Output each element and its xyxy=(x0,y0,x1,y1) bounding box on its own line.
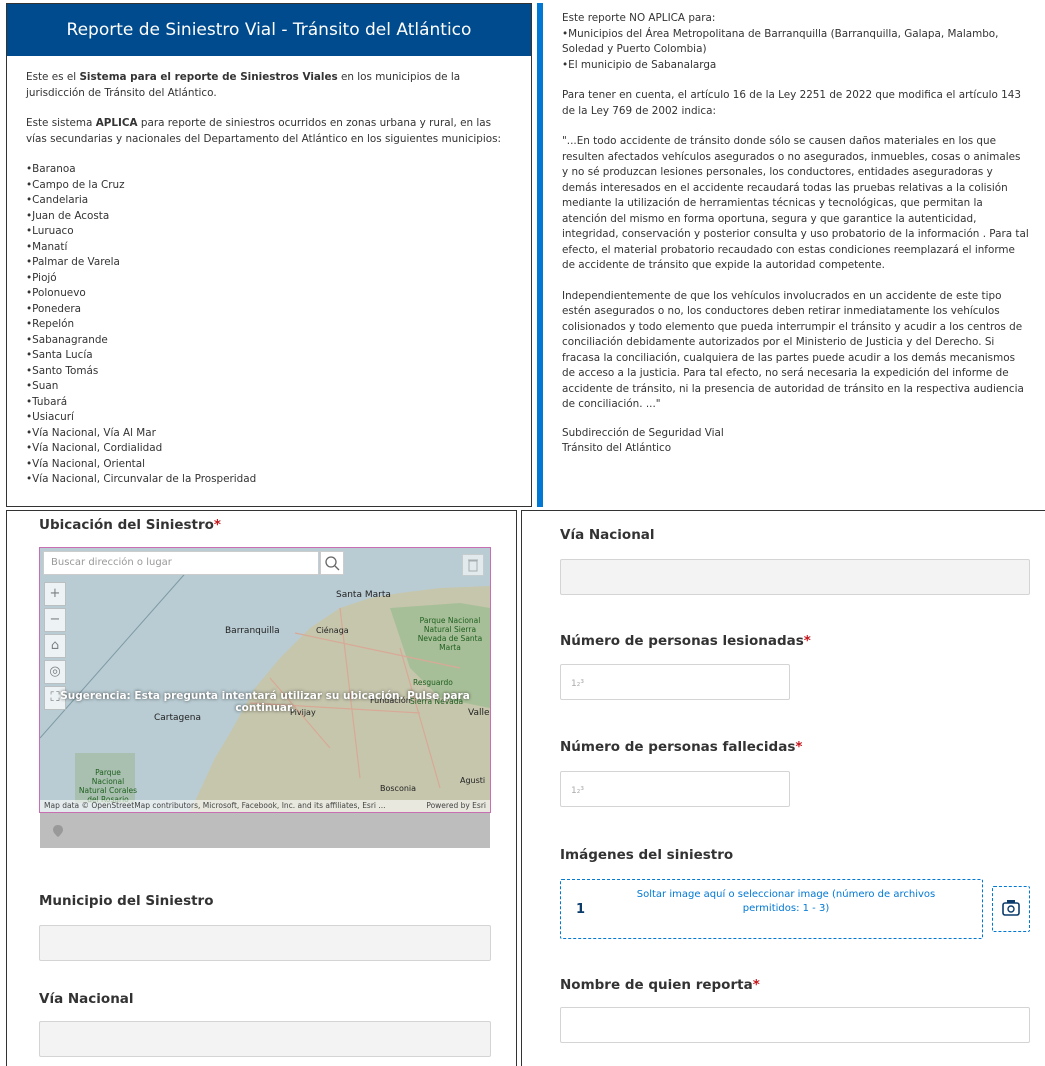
quote-paragraph-1: "...En todo accidente de tránsito donde … xyxy=(562,135,1029,271)
municipio-item: Manatí xyxy=(26,240,513,256)
home-icon: ⌂ xyxy=(50,638,60,653)
municipio-item: Candelaria xyxy=(26,193,513,209)
map-search-button[interactable] xyxy=(320,551,344,575)
municipio-item: Vía Nacional, Cordialidad xyxy=(26,441,513,457)
form-title: Reporte de Siniestro Vial - Tránsito del… xyxy=(66,20,472,40)
no-aplica-block: Este reporte NO APLICA para: •Municipios… xyxy=(562,11,1029,73)
map-label: Parque Nacional Natural Sierra Nevada de… xyxy=(417,616,483,652)
municipio-item: Piojó xyxy=(26,271,513,287)
lesionadas-label: Número de personas lesionadas* xyxy=(560,633,811,649)
map-label: Cartagena xyxy=(154,713,202,723)
municipio-item: Usiacurí xyxy=(26,410,513,426)
map-label: Ciénaga xyxy=(316,626,349,635)
via-nacional-label: Vía Nacional xyxy=(560,527,655,543)
intro-before: Este es el xyxy=(26,71,80,83)
no-aplica-title: Este reporte NO APLICA para: xyxy=(562,12,716,24)
municipio-item: Santa Lucía xyxy=(26,348,513,364)
ley-intro: Para tener en cuenta, el artículo 16 de … xyxy=(562,89,1021,117)
map-label: Bosconia xyxy=(380,784,417,793)
signature-line: Tránsito del Atlántico xyxy=(562,442,672,454)
signature: Subdirección de Seguridad Vial Tránsito … xyxy=(562,426,1029,457)
municipio-item: Sabanagrande xyxy=(26,333,513,349)
via-nacional-field[interactable] xyxy=(560,559,1030,595)
form-panel: Vía Nacional Número de personas lesionad… xyxy=(521,510,1045,1066)
imagenes-label: Imágenes del siniestro xyxy=(560,847,734,863)
search-icon xyxy=(325,556,340,571)
zoom-out-button[interactable]: − xyxy=(44,608,66,632)
scope-bold: APLICA xyxy=(95,117,138,129)
fallecidas-input[interactable]: 1₂³ xyxy=(560,771,790,807)
municipio-item: Baranoa xyxy=(26,162,513,178)
municipios-list: BaranoaCampo de la CruzCandelariaJuan de… xyxy=(26,162,513,488)
municipio-item: Polonuevo xyxy=(26,286,513,302)
camera-icon xyxy=(1002,900,1020,916)
upload-text[interactable]: Soltar image aquí o seleccionar image (n… xyxy=(616,888,956,916)
crosshair-icon: ◎ xyxy=(49,664,61,679)
intro-paragraph: Este es el Sistema para el reporte de Si… xyxy=(26,70,513,101)
home-button[interactable]: ⌂ xyxy=(44,634,66,658)
locate-button[interactable]: ◎ xyxy=(44,660,66,684)
powered-by: Powered by Esri xyxy=(426,801,486,810)
camera-button[interactable] xyxy=(992,886,1030,932)
municipio-item: Vía Nacional, Vía Al Mar xyxy=(26,426,513,442)
zoom-in-button[interactable]: + xyxy=(44,582,66,606)
municipio-item: Repelón xyxy=(26,317,513,333)
scope-before: Este sistema xyxy=(26,117,96,129)
intro-bold: Sistema para el reporte de Siniestros Vi… xyxy=(79,71,338,83)
plus-icon: + xyxy=(49,586,61,601)
quote-paragraph-2: Independientemente de que los vehículos … xyxy=(562,289,1024,411)
map-attribution-text: Map data © OpenStreetMap contributors, M… xyxy=(44,801,386,810)
scope-paragraph: Este sistema APLICA para reporte de sini… xyxy=(26,116,513,147)
reporta-input[interactable] xyxy=(560,1007,1030,1043)
municipio-item: Suan xyxy=(26,379,513,395)
location-map[interactable]: Buscar dirección o lugar + − ⌂ ◎ ⛶ Santa… xyxy=(39,547,491,813)
map-clear-button[interactable] xyxy=(462,554,484,576)
map-label: Santa Marta xyxy=(336,590,391,600)
municipio-item: Tubará xyxy=(26,395,513,411)
map-search-placeholder: Buscar dirección o lugar xyxy=(51,557,172,568)
municipio-item: Campo de la Cruz xyxy=(26,178,513,194)
location-readout-bar xyxy=(40,813,490,848)
municipio-item: Juan de Acosta xyxy=(26,209,513,225)
image-dropzone[interactable]: 1 Soltar image aquí o seleccionar image … xyxy=(560,879,983,939)
municipio-item: Ponedera xyxy=(26,302,513,318)
lesionadas-input[interactable]: 1₂³ xyxy=(560,664,790,700)
map-hint[interactable]: Sugerencia: Esta pregunta intentará util… xyxy=(40,690,490,714)
intro-panel: Reporte de Siniestro Vial - Tránsito del… xyxy=(6,3,532,507)
number-icon: 1₂³ xyxy=(571,786,584,796)
municipio-item: Vía Nacional, Circunvalar de la Prosperi… xyxy=(26,472,513,488)
no-aplica-item: •Municipios del Área Metropolitana de Ba… xyxy=(562,27,999,56)
location-panel: Ubicación del Siniestro* Buscar direcció… xyxy=(6,510,517,1066)
municipio-field[interactable] xyxy=(39,925,491,961)
via-field[interactable] xyxy=(39,1021,491,1057)
municipio-label: Municipio del Siniestro xyxy=(39,893,214,909)
no-aplica-item: •El municipio de Sabanalarga xyxy=(562,58,717,71)
map-label: Resguardo xyxy=(413,678,453,687)
municipio-item: Luruaco xyxy=(26,224,513,240)
map-search-input[interactable]: Buscar dirección o lugar xyxy=(43,551,319,575)
upload-count: 1 xyxy=(576,902,586,917)
via-label: Vía Nacional xyxy=(39,991,134,1007)
reporta-label: Nombre de quien reporta* xyxy=(560,977,760,993)
signature-line: Subdirección de Seguridad Vial xyxy=(562,426,724,439)
fallecidas-label: Número de personas fallecidas* xyxy=(560,739,803,755)
ubicacion-label: Ubicación del Siniestro* xyxy=(39,517,221,533)
number-icon: 1₂³ xyxy=(571,679,584,689)
intro-text: Este es el Sistema para el reporte de Si… xyxy=(7,56,531,488)
pin-icon xyxy=(53,825,63,837)
map-attribution: Map data © OpenStreetMap contributors, M… xyxy=(40,800,490,812)
minus-icon: − xyxy=(49,612,61,627)
municipio-item: Palmar de Varela xyxy=(26,255,513,271)
map-label: Barranquilla xyxy=(225,626,280,636)
map-label: Agusti xyxy=(460,776,486,785)
trash-icon xyxy=(468,559,478,572)
municipio-item: Santo Tomás xyxy=(26,364,513,380)
legal-panel: Este reporte NO APLICA para: •Municipios… xyxy=(537,3,1045,507)
map-label: Parque Nacional Natural Corales del Rosa… xyxy=(78,768,138,804)
form-header: Reporte de Siniestro Vial - Tránsito del… xyxy=(7,4,531,56)
municipio-item: Vía Nacional, Oriental xyxy=(26,457,513,473)
